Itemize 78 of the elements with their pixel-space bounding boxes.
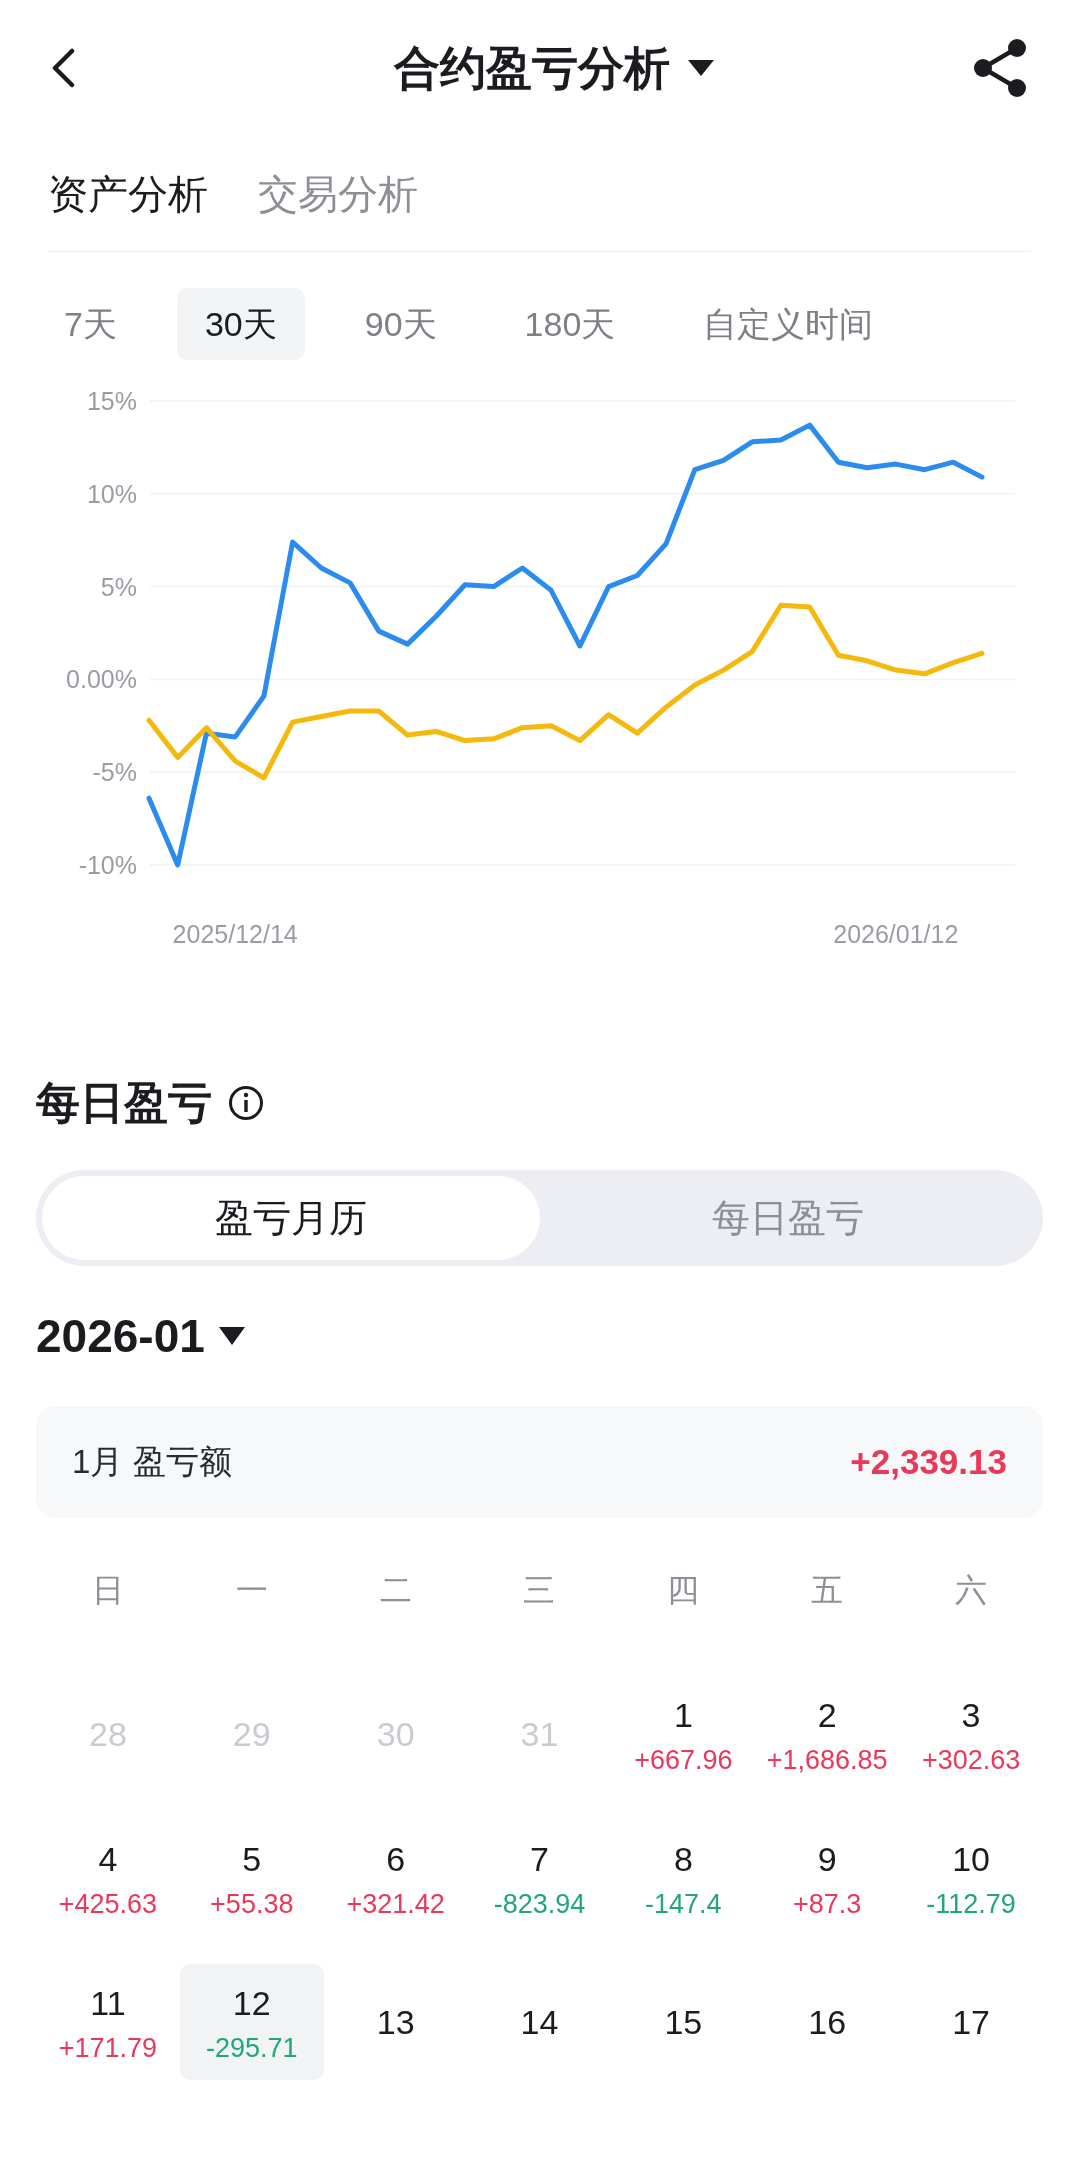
weekday-label: 四 xyxy=(666,1571,701,1610)
day-number: 16 xyxy=(808,2001,847,2043)
day-number: 3 xyxy=(961,1694,981,1736)
y-axis-label: -10% xyxy=(78,851,137,879)
day-cell[interactable]: 1 +667.96 xyxy=(611,1676,756,1792)
day-cell[interactable]: 7 -823.94 xyxy=(467,1820,612,1936)
y-axis-label: 5% xyxy=(100,572,137,601)
y-axis-label: 15% xyxy=(86,387,137,415)
day-amount: -147.4 xyxy=(645,1887,722,1921)
weekday-label: 五 xyxy=(810,1571,845,1610)
section-title: 每日盈亏 xyxy=(36,1077,212,1129)
day-cell[interactable]: 13 xyxy=(323,1964,468,2080)
segment-tab[interactable]: 盈亏月历 xyxy=(42,1176,540,1260)
range-chip[interactable]: 30天 xyxy=(176,288,305,360)
day-cell[interactable]: 15 xyxy=(611,1964,756,2080)
day-cell[interactable]: 9 +87.3 xyxy=(755,1820,900,1936)
day-amount: +1,686.85 xyxy=(766,1743,888,1777)
day-number: 13 xyxy=(376,2001,415,2043)
range-chip[interactable]: 7天 xyxy=(36,288,145,360)
day-amount: +667.96 xyxy=(634,1743,733,1777)
page-title: 合约盈亏分析 xyxy=(393,40,670,96)
day-number: 14 xyxy=(520,2001,559,2043)
day-cell[interactable]: 16 xyxy=(755,1964,900,2080)
weekday-label: 一 xyxy=(234,1571,269,1610)
day-number: 5 xyxy=(242,1838,262,1880)
day-cell[interactable]: 10 -112.79 xyxy=(899,1820,1043,1936)
day-cell[interactable]: 2 +1,686.85 xyxy=(755,1676,900,1792)
day-amount: +87.3 xyxy=(793,1887,862,1921)
info-icon[interactable] xyxy=(228,1085,264,1121)
day-amount: +302.63 xyxy=(921,1743,1021,1777)
weekday-label: 二 xyxy=(378,1571,413,1610)
selected-day-cell[interactable]: 12 -295.71 xyxy=(179,1964,324,2080)
range-chip[interactable]: 90天 xyxy=(336,288,465,360)
day-cell[interactable]: 3 +302.63 xyxy=(899,1676,1043,1792)
day-number: 7 xyxy=(530,1838,549,1880)
weekday-label: 六 xyxy=(954,1571,989,1610)
day-number: 6 xyxy=(386,1838,406,1880)
day-amount: -295.71 xyxy=(206,2031,298,2065)
day-cell[interactable]: 8 -147.4 xyxy=(611,1820,756,1936)
day-number: 10 xyxy=(952,1838,990,1880)
month-label[interactable]: 2026-01 xyxy=(36,1301,205,1371)
day-number: 8 xyxy=(673,1838,693,1880)
day-number: 1 xyxy=(673,1694,693,1736)
day-amount: -823.94 xyxy=(493,1887,586,1921)
share-icon[interactable] xyxy=(971,38,1029,98)
y-axis-label: 10% xyxy=(86,479,137,508)
day-number: 15 xyxy=(664,2001,703,2043)
weekday-label: 日 xyxy=(90,1571,125,1610)
range-chip[interactable]: 180天 xyxy=(496,288,644,360)
day-cell[interactable]: 17 xyxy=(899,1964,1043,2080)
x-axis-label: 2025/12/14 xyxy=(172,920,298,948)
tab[interactable]: 资产分析 xyxy=(48,163,208,224)
day-cell[interactable]: 14 xyxy=(467,1964,612,2080)
range-chip[interactable]: 自定义时间 xyxy=(675,288,902,360)
weekday-label: 三 xyxy=(522,1571,557,1610)
day-amount: +171.79 xyxy=(58,2031,158,2065)
y-axis-label: -5% xyxy=(92,758,137,787)
day-cell[interactable]: 4 +425.63 xyxy=(36,1820,180,1936)
day-number: 12 xyxy=(232,1982,271,2024)
y-axis-label: 0.00% xyxy=(66,665,137,694)
day-amount: -112.79 xyxy=(926,1887,1016,1921)
day-cell[interactable]: 6 +321.42 xyxy=(323,1820,468,1936)
day-number: 2 xyxy=(817,1694,837,1736)
day-cell[interactable]: 5 +55.38 xyxy=(179,1820,324,1936)
summary-label: 1月 盈亏额 xyxy=(72,1442,232,1483)
day-number: 11 xyxy=(90,1982,126,2024)
day-number: 9 xyxy=(817,1838,837,1880)
day-cell[interactable]: 11 +171.79 xyxy=(36,1964,180,2080)
summary-value: +2,339.13 xyxy=(850,1440,1007,1483)
dropdown-caret-icon[interactable] xyxy=(218,1327,245,1345)
back-icon[interactable] xyxy=(50,48,76,88)
day-number: 17 xyxy=(952,2001,990,2043)
x-axis-label: 2026/01/12 xyxy=(833,920,959,948)
dropdown-caret-icon[interactable] xyxy=(687,60,714,76)
day-amount: +55.38 xyxy=(210,1887,294,1921)
day-amount: +321.42 xyxy=(346,1887,445,1921)
day-number: 4 xyxy=(98,1838,118,1880)
day-amount: +425.63 xyxy=(58,1887,158,1921)
